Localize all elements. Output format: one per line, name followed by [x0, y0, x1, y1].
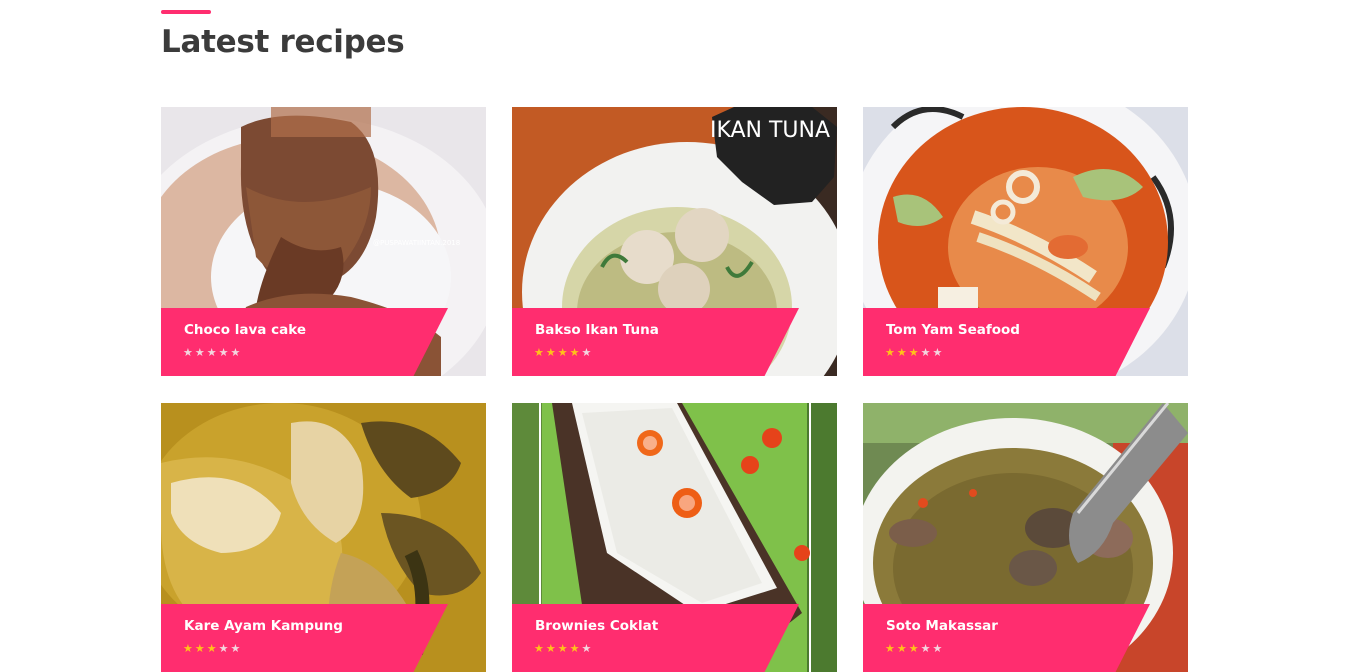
recipe-title[interactable]: Brownies Coklat	[535, 618, 658, 634]
recipe-card[interactable]: Soto Makassar ★ ★ ★ ★ ★	[863, 403, 1188, 672]
star-icon: ★	[194, 642, 205, 655]
star-icon: ★	[557, 346, 568, 359]
recipe-card[interactable]: Tom Yam Seafood ★ ★ ★ ★ ★	[863, 107, 1188, 376]
recipe-title[interactable]: Kare Ayam Kampung	[184, 618, 343, 634]
recipe-title[interactable]: Soto Makassar	[886, 618, 998, 634]
star-icon: ★	[230, 642, 241, 655]
recipe-card[interactable]: IKAN TUNA Bakso Ikan Tuna ★ ★ ★ ★ ★	[512, 107, 837, 376]
star-icon: ★	[183, 642, 193, 655]
rating-stars: ★ ★ ★ ★ ★	[534, 643, 591, 654]
star-icon: ★	[534, 642, 544, 655]
recipe-title[interactable]: Tom Yam Seafood	[886, 322, 1020, 338]
star-icon: ★	[920, 642, 931, 655]
star-icon: ★	[908, 642, 919, 655]
star-icon: ★	[932, 346, 943, 359]
star-icon: ★	[569, 642, 580, 655]
star-icon: ★	[206, 642, 217, 655]
star-icon: ★	[920, 346, 931, 359]
star-icon: ★	[534, 346, 544, 359]
star-icon: ★	[896, 642, 907, 655]
photo-caption-text: IKAN TUNA	[710, 118, 830, 143]
title-band	[863, 308, 1150, 376]
recipe-card[interactable]: Kare Ayam Kampung ★ ★ ★ ★ ★	[161, 403, 486, 672]
star-icon: ★	[581, 642, 592, 655]
rating-stars: ★ ★ ★ ★ ★	[885, 643, 942, 654]
section-title: Latest recipes	[161, 24, 405, 60]
star-icon: ★	[569, 346, 580, 359]
star-icon: ★	[896, 346, 907, 359]
star-icon: ★	[218, 346, 229, 359]
photo-watermark-text: @PUSPAWATIINTAN.2018	[373, 239, 460, 247]
recipe-card[interactable]: Brownies Coklat ★ ★ ★ ★ ★	[512, 403, 837, 672]
recipe-title[interactable]: Bakso Ikan Tuna	[535, 322, 659, 338]
title-band	[512, 308, 799, 376]
star-icon: ★	[885, 642, 895, 655]
rating-stars: ★ ★ ★ ★ ★	[183, 643, 240, 654]
star-icon: ★	[545, 642, 556, 655]
title-band	[161, 604, 448, 672]
star-icon: ★	[908, 346, 919, 359]
rating-stars: ★ ★ ★ ★ ★	[534, 347, 591, 358]
title-accent-bar	[161, 10, 211, 14]
star-icon: ★	[194, 346, 205, 359]
recipe-title[interactable]: Choco lava cake	[184, 322, 306, 338]
rating-stars: ★ ★ ★ ★ ★	[183, 347, 240, 358]
star-icon: ★	[183, 346, 193, 359]
title-band	[863, 604, 1150, 672]
star-icon: ★	[581, 346, 592, 359]
star-icon: ★	[218, 642, 229, 655]
rating-stars: ★ ★ ★ ★ ★	[885, 347, 942, 358]
star-icon: ★	[230, 346, 241, 359]
star-icon: ★	[932, 642, 943, 655]
recipe-card[interactable]: @PUSPAWATIINTAN.2018 Choco lava cake ★ ★…	[161, 107, 486, 376]
star-icon: ★	[885, 346, 895, 359]
star-icon: ★	[206, 346, 217, 359]
title-band	[161, 308, 448, 376]
star-icon: ★	[557, 642, 568, 655]
star-icon: ★	[545, 346, 556, 359]
title-band	[512, 604, 799, 672]
